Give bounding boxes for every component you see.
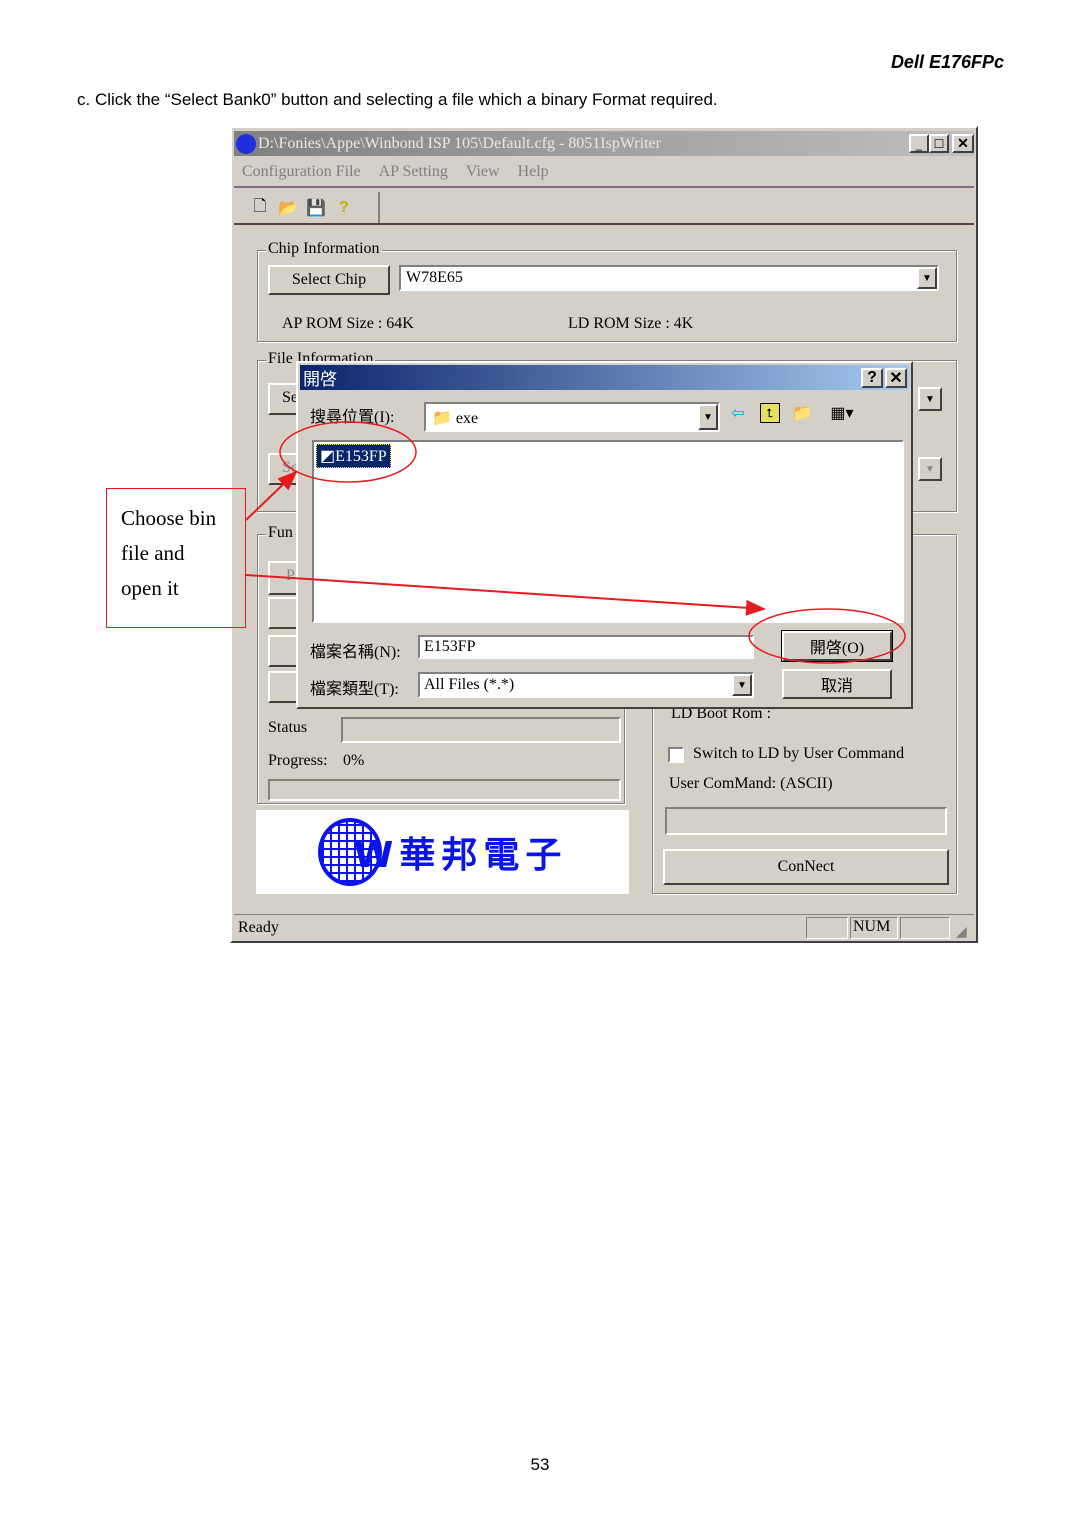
annotation-arrow — [245, 574, 766, 616]
annotation-arrow — [245, 470, 298, 521]
highlight-ellipse — [748, 608, 906, 664]
page-number: 53 — [530, 1455, 550, 1474]
annotation-overlay — [245, 421, 906, 664]
highlight-ellipse — [279, 421, 417, 483]
